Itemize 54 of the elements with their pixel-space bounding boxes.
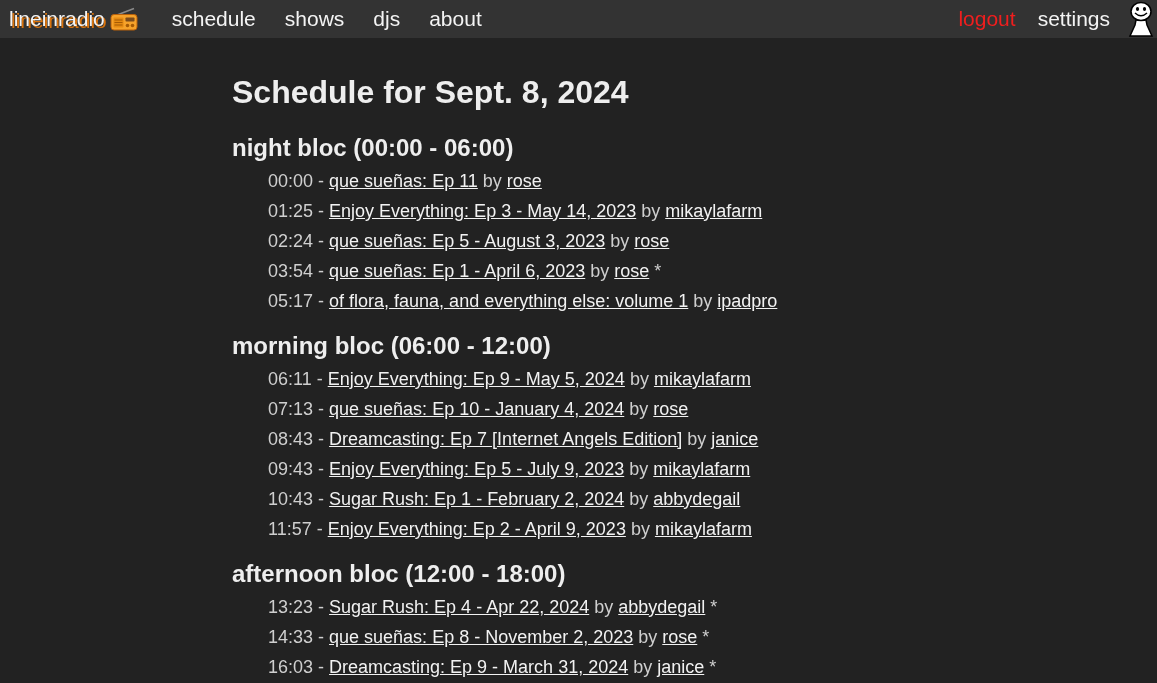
logo-link[interactable]: lineinradio <box>9 7 105 31</box>
schedule-entry: 01:25 - Enjoy Everything: Ep 3 - May 14, 2023 by mikaylafarm <box>268 200 763 223</box>
page-title: Schedule for Sept. 8, 2024 <box>232 73 630 112</box>
nav-link[interactable]: shows <box>284 7 345 31</box>
show-link[interactable]: que sueñas: Ep 10 - January 4, 2024 <box>329 399 625 419</box>
show-link[interactable]: Dreamcasting: Ep 7 [Internet Angels Edition] <box>329 429 683 449</box>
bloc-heading: morning bloc (06:00 - 12:00) <box>232 332 552 360</box>
radio-icon <box>109 7 138 31</box>
nav-link[interactable]: schedule <box>171 7 256 31</box>
schedule-entry: 10:43 - Sugar Rush: Ep 1 - February 2, 2024 by abbydegail <box>268 488 741 511</box>
dj-link[interactable]: rose <box>662 627 698 647</box>
nav-link[interactable]: djs <box>373 7 401 31</box>
schedule-entry: 05:17 - of flora, fauna, and everything else: volume 1 by ipadpro <box>268 290 778 313</box>
show-link[interactable]: Enjoy Everything: Ep 5 - July 9, 2023 <box>329 459 625 479</box>
show-link[interactable]: Enjoy Everything: Ep 3 - May 14, 2023 <box>329 201 637 221</box>
schedule-entry: 03:54 - que sueñas: Ep 1 - April 6, 2023 by rose * <box>268 260 662 283</box>
dj-link[interactable]: rose <box>506 171 542 191</box>
schedule-entry: 00:00 - que sueñas: Ep 11 by rose <box>268 170 542 193</box>
bloc-heading: night bloc (00:00 - 06:00) <box>232 134 515 162</box>
dj-link[interactable]: mikaylafarm <box>653 369 751 389</box>
schedule-entry: 11:57 - Enjoy Everything: Ep 2 - April 9, 2023 by mikaylafarm <box>268 518 752 541</box>
dj-link[interactable]: mikaylafarm <box>653 459 751 479</box>
settings-link[interactable]: settings <box>1037 7 1110 31</box>
show-link[interactable]: que sueñas: Ep 5 - August 3, 2023 <box>329 231 606 251</box>
schedule-entry: 16:03 - Dreamcasting: Ep 9 - March 31, 2024 by janice * <box>268 656 717 679</box>
show-link[interactable]: Sugar Rush: Ep 1 - February 2, 2024 <box>329 489 625 509</box>
show-link[interactable]: que sueñas: Ep 11 <box>329 171 478 191</box>
nav-link[interactable]: about <box>429 7 482 31</box>
show-link[interactable]: Dreamcasting: Ep 9 - March 31, 2024 <box>329 657 629 677</box>
dj-link[interactable]: mikaylafarm <box>665 201 763 221</box>
bloc-heading: afternoon bloc (12:00 - 18:00) <box>232 560 567 588</box>
show-link[interactable]: of flora, fauna, and everything else: volume 1 <box>329 291 689 311</box>
show-link[interactable]: Enjoy Everything: Ep 2 - April 9, 2023 <box>327 519 626 539</box>
schedule-entry: 09:43 - Enjoy Everything: Ep 5 - July 9, 2023 by mikaylafarm <box>268 458 751 481</box>
dj-link[interactable]: mikaylafarm <box>654 519 752 539</box>
schedule-entry: 14:33 - que sueñas: Ep 8 - November 2, 2023 by rose * <box>268 626 710 649</box>
dj-link[interactable]: rose <box>653 399 689 419</box>
dj-link[interactable]: janice <box>711 429 759 449</box>
dj-link[interactable]: janice <box>657 657 705 677</box>
dj-link[interactable]: abbydegail <box>653 489 741 509</box>
show-link[interactable]: Enjoy Everything: Ep 9 - May 5, 2024 <box>327 369 625 389</box>
dj-link[interactable]: abbydegail <box>618 597 706 617</box>
schedule-entry: 08:43 - Dreamcasting: Ep 7 [Internet Angels Edition] by janice <box>268 428 759 451</box>
dj-link[interactable]: rose <box>634 231 670 251</box>
dj-link[interactable]: rose <box>614 261 650 281</box>
dj-link[interactable]: ipadpro <box>717 291 778 311</box>
schedule-entry: 02:24 - que sueñas: Ep 5 - August 3, 2023 by rose <box>268 230 670 253</box>
show-link[interactable]: que sueñas: Ep 8 - November 2, 2023 <box>329 627 634 647</box>
schedule-entry: 13:23 - Sugar Rush: Ep 4 - Apr 22, 2024 by abbydegail * <box>268 596 718 619</box>
show-link[interactable]: que sueñas: Ep 1 - April 6, 2023 <box>329 261 586 281</box>
avatar-icon[interactable] <box>1127 1 1155 37</box>
schedule-entry: 06:11 - Enjoy Everything: Ep 9 - May 5, 2024 by mikaylafarm <box>268 368 751 391</box>
schedule-entry: 07:13 - que sueñas: Ep 10 - January 4, 2024 by rose <box>268 398 689 421</box>
show-link[interactable]: Sugar Rush: Ep 4 - Apr 22, 2024 <box>329 597 590 617</box>
